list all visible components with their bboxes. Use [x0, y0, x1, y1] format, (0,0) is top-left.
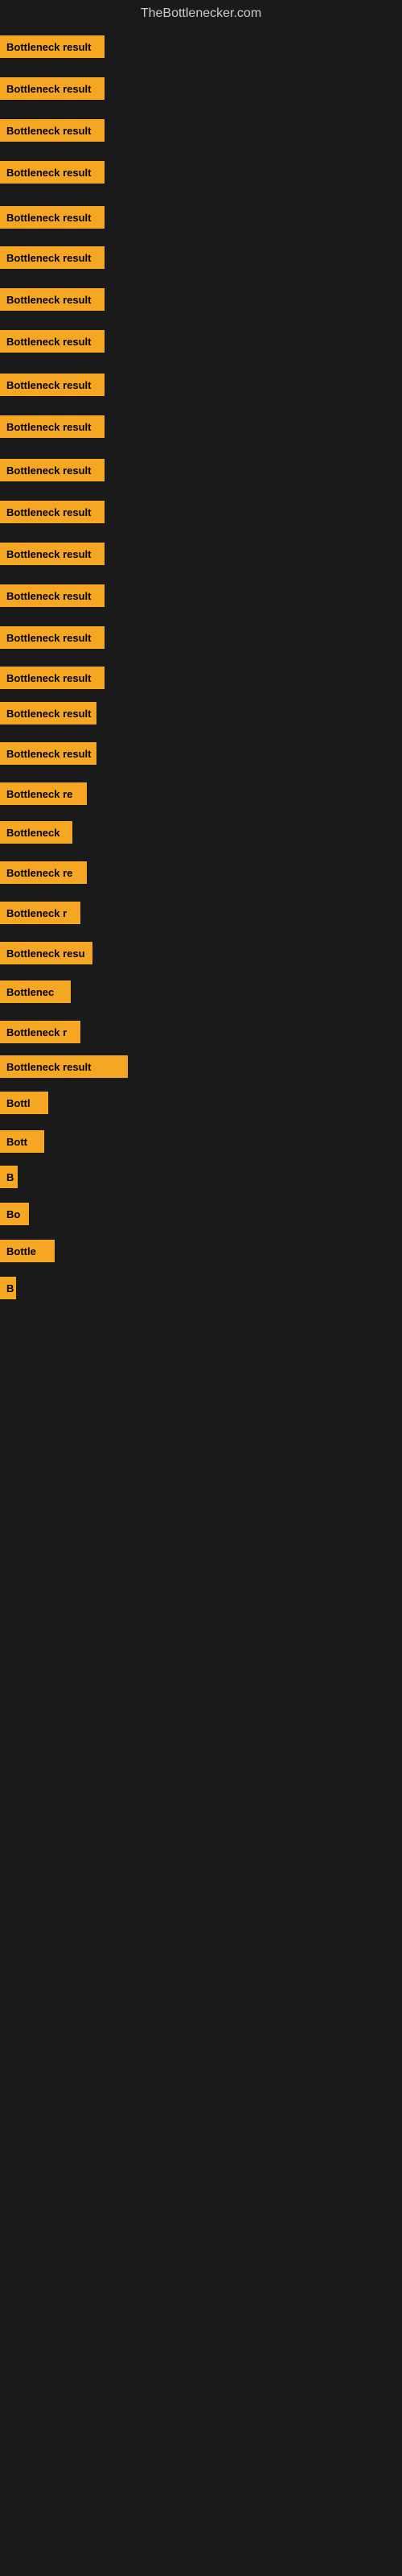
bottleneck-row: Bottleneck result	[0, 667, 105, 689]
bottleneck-row: Bottleneck r	[0, 1021, 80, 1043]
bottleneck-row: Bottleneck result	[0, 35, 105, 58]
bottleneck-row: Bottleneck result	[0, 1055, 128, 1078]
bottleneck-row: Bottleneck result	[0, 501, 105, 523]
bottleneck-row: Bottleneck r	[0, 902, 80, 924]
bottleneck-label: Bottleneck result	[0, 584, 105, 607]
bottleneck-label: Bottleneck result	[0, 667, 105, 689]
bottleneck-label: Bottleneck re	[0, 782, 87, 805]
bottleneck-row: Bottleneck result	[0, 543, 105, 565]
bottleneck-label: Bottleneck result	[0, 246, 105, 269]
bottleneck-row: Bo	[0, 1203, 29, 1225]
bottleneck-row: Bottleneck result	[0, 415, 105, 438]
bottleneck-label: Bottleneck result	[0, 702, 96, 724]
bottleneck-label: Bottleneck result	[0, 330, 105, 353]
bottleneck-label: Bottleneck result	[0, 35, 105, 58]
bottleneck-row: Bottleneck result	[0, 742, 96, 765]
bottleneck-row: Bottleneck result	[0, 626, 105, 649]
bottleneck-label: Bottleneck result	[0, 415, 105, 438]
bottleneck-label: Bottleneck result	[0, 206, 105, 229]
bottleneck-row: Bottlenec	[0, 980, 71, 1003]
bottleneck-row: Bottleneck result	[0, 77, 105, 100]
bottleneck-row: B	[0, 1166, 18, 1188]
bottleneck-row: Bottleneck	[0, 821, 72, 844]
bottleneck-row: Bottleneck result	[0, 702, 96, 724]
bottleneck-label: Bottleneck result	[0, 742, 96, 765]
bottleneck-label: Bottleneck result	[0, 119, 105, 142]
bottleneck-label: B	[0, 1277, 16, 1299]
bottleneck-row: Bottleneck result	[0, 288, 105, 311]
bottleneck-label: Bottleneck r	[0, 1021, 80, 1043]
bottleneck-label: Bottleneck result	[0, 501, 105, 523]
bottleneck-label: B	[0, 1166, 18, 1188]
bottleneck-row: Bottleneck result	[0, 459, 105, 481]
bottleneck-label: Bottleneck result	[0, 626, 105, 649]
bottleneck-row: Bottleneck re	[0, 861, 87, 884]
bottleneck-label: Bottleneck result	[0, 77, 105, 100]
site-title-text: TheBottlenecker.com	[141, 6, 261, 20]
bottleneck-label: Bottleneck result	[0, 161, 105, 184]
bottleneck-label: Bottleneck result	[0, 288, 105, 311]
bottleneck-row: Bottleneck resu	[0, 942, 92, 964]
bottleneck-row: Bottleneck result	[0, 584, 105, 607]
bottleneck-label: Bottleneck result	[0, 1055, 128, 1078]
bottleneck-row: Bottl	[0, 1092, 48, 1114]
bottleneck-row: Bottleneck re	[0, 782, 87, 805]
bottleneck-label: Bottleneck resu	[0, 942, 92, 964]
bottleneck-label: Bottl	[0, 1092, 48, 1114]
bottleneck-label: Bott	[0, 1130, 44, 1153]
bottleneck-label: Bottle	[0, 1240, 55, 1262]
bottleneck-label: Bottleneck	[0, 821, 72, 844]
bottleneck-label: Bottleneck result	[0, 459, 105, 481]
bottleneck-row: Bottleneck result	[0, 206, 105, 229]
bottleneck-label: Bottleneck r	[0, 902, 80, 924]
bottleneck-label: Bottlenec	[0, 980, 71, 1003]
bottleneck-label: Bottleneck re	[0, 861, 87, 884]
bottleneck-row: Bottleneck result	[0, 161, 105, 184]
bottleneck-row: Bottleneck result	[0, 374, 105, 396]
bottleneck-row: Bottleneck result	[0, 119, 105, 142]
bottleneck-row: Bottle	[0, 1240, 55, 1262]
bottleneck-label: Bottleneck result	[0, 374, 105, 396]
bottleneck-row: Bott	[0, 1130, 44, 1153]
bottleneck-row: Bottleneck result	[0, 246, 105, 269]
bottleneck-row: Bottleneck result	[0, 330, 105, 353]
bottleneck-label: Bottleneck result	[0, 543, 105, 565]
bottleneck-label: Bo	[0, 1203, 29, 1225]
bottleneck-row: B	[0, 1277, 16, 1299]
site-title: TheBottlenecker.com	[0, 0, 402, 29]
